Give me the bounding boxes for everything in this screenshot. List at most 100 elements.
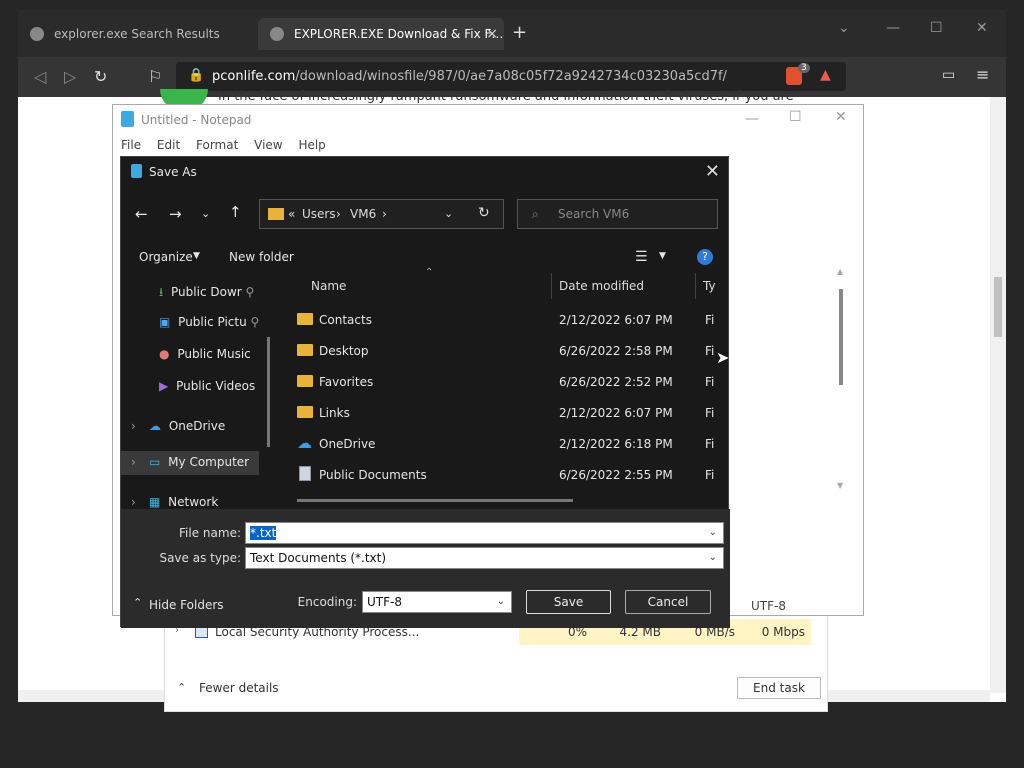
scroll-thumb[interactable] [994,277,1002,337]
file-name-label: File name: [179,526,241,540]
tab-search-results[interactable]: explorer.exe Search Results [18,18,258,50]
new-folder-button[interactable]: New folder [229,250,294,264]
column-type[interactable]: Ty [703,279,716,293]
list-item[interactable]: Contacts 2/12/2022 6:07 PM Fi [297,308,717,332]
close-tab-icon[interactable]: × [486,18,498,50]
save-as-dialog: Save As ✕ ← → ⌄ ↑ « Users › VM6 › ⌄ ↻ ⌕ … [120,156,843,628]
column-divider [695,273,696,299]
refresh-icon[interactable]: ↻ [478,205,490,221]
page-vertical-scrollbar[interactable] [990,97,1006,693]
folder-icon [297,313,313,325]
forward-icon[interactable]: ▷ [64,67,76,86]
chevron-down-icon[interactable]: ⌄ [709,548,717,568]
chevron-down-icon[interactable]: ⌄ [709,523,717,543]
list-horizontal-scrollbar[interactable] [297,499,573,502]
close-icon[interactable]: ✕ [705,161,720,182]
nav-item-label: Public Music [177,347,251,361]
menu-view[interactable]: View [254,138,282,152]
hide-folders-button[interactable]: Hide Folders [149,598,224,612]
list-item[interactable]: Favorites 6/26/2022 2:52 PM Fi [297,370,717,394]
back-arrow-icon[interactable]: ← [135,205,148,223]
chevron-up-icon[interactable]: ⌃ [177,681,186,694]
chevron-right-icon[interactable]: › [131,495,136,509]
shield-count-badge: 3 [798,63,810,73]
scroll-up-icon[interactable]: ▲ [837,267,843,276]
videos-icon: ▶ [159,379,169,393]
minimize-icon[interactable]: — [886,20,900,36]
chevron-right-icon[interactable]: › [131,455,136,469]
view-options-icon[interactable]: ☰ [635,249,648,265]
pictures-icon: ▣ [159,315,171,329]
up-arrow-icon[interactable]: ↑ [229,203,242,221]
chevron-right-icon[interactable]: › [131,419,136,433]
maximize-icon[interactable]: ☐ [789,109,802,125]
list-vertical-scrollbar[interactable] [839,289,843,385]
nav-item-public-videos[interactable]: ▶ Public Videos [159,379,255,393]
nav-item-public-pictures[interactable]: ▣ Public Pictu ⚲ [159,315,259,329]
file-type: Fi [705,406,715,420]
chevron-right-icon[interactable]: › [336,207,341,221]
list-item[interactable]: Desktop 6/26/2022 2:58 PM Fi [297,339,717,363]
menu-file[interactable]: File [121,138,141,152]
encoding-select[interactable]: UTF-8 ⌄ [362,591,512,613]
minimize-icon[interactable]: — [745,111,759,127]
chevron-up-icon[interactable]: ⌃ [133,596,142,609]
maximize-icon[interactable]: ☐ [930,20,943,36]
chevron-down-icon[interactable]: ▼ [659,251,666,261]
cancel-button[interactable]: Cancel [625,590,711,614]
nav-item-public-music[interactable]: ● Public Music [159,347,251,361]
column-date-modified[interactable]: Date modified [559,279,644,293]
fewer-details-link[interactable]: Fewer details [199,681,279,695]
search-icon: ⌕ [532,207,539,221]
nav-item-onedrive[interactable]: ☁ OneDrive [149,419,225,433]
list-item[interactable]: Public Documents 6/26/2022 2:55 PM Fi [297,463,717,487]
computer-icon: ▭ [149,455,161,469]
file-date: 2/12/2022 6:07 PM [559,406,673,420]
close-window-icon[interactable]: ✕ [835,109,847,125]
list-item[interactable]: ☁ OneDrive 2/12/2022 6:18 PM Fi [297,432,717,456]
chevron-down-icon[interactable]: ⌄ [838,20,850,36]
organize-button[interactable]: Organize [139,250,193,264]
save-as-type-value: Text Documents (*.txt) [250,551,387,565]
column-name[interactable]: Name [311,279,346,293]
close-window-icon[interactable]: ✕ [976,20,988,36]
path-users[interactable]: Users [302,207,336,221]
chevron-right-icon[interactable]: › [382,207,387,221]
cloud-icon: ☁ [149,419,161,433]
search-input[interactable]: ⌕ Search VM6 [517,199,718,229]
wallet-icon[interactable]: ▭ [942,67,955,83]
forward-arrow-icon[interactable]: → [169,205,182,223]
bookmark-icon[interactable]: ⚐ [148,67,162,86]
back-icon[interactable]: ◁ [34,67,46,86]
file-type: Fi [705,344,715,358]
file-name-input[interactable]: *.txt ⌄ [245,522,724,544]
tab-explorer-download[interactable]: EXPLORER.EXE Download & Fix F… × [258,18,504,50]
recent-locations-icon[interactable]: ⌄ [201,207,210,220]
chevron-down-icon[interactable]: ⌄ [444,207,453,220]
nav-scrollbar[interactable] [267,337,270,447]
save-as-type-select[interactable]: Text Documents (*.txt) ⌄ [245,547,724,569]
menu-help[interactable]: Help [298,138,325,152]
help-icon[interactable]: ? [697,249,713,265]
notepad-icon [121,111,134,127]
nav-item-network[interactable]: ▦ Network [149,495,218,509]
save-button[interactable]: Save [526,590,611,614]
save-options-panel: File name: *.txt ⌄ Save as type: Text Do… [121,509,730,628]
end-task-button[interactable]: End task [737,677,821,699]
menu-format[interactable]: Format [196,138,238,152]
path-vm6[interactable]: VM6 [350,207,376,221]
chevron-down-icon[interactable]: ⌄ [497,592,505,612]
url-field[interactable]: 🔒 pconlife.com/download/winosfile/987/0/… [176,62,846,91]
scroll-down-icon[interactable]: ▼ [837,481,843,490]
reload-icon[interactable]: ↻ [94,67,107,86]
nav-item-my-computer[interactable]: ▭ My Computer [149,455,249,469]
menu-icon[interactable]: ≡ [976,65,989,84]
nav-item-public-downloads[interactable]: ⭳ Public Dowr ⚲ [159,283,254,304]
menu-edit[interactable]: Edit [157,138,180,152]
list-item[interactable]: Links 2/12/2022 6:07 PM Fi [297,401,717,425]
dialog-title: Save As [149,165,197,179]
file-date: 6/26/2022 2:55 PM [559,468,673,482]
path-bar[interactable]: « Users › VM6 › ⌄ ↻ [259,199,504,229]
new-tab-button[interactable]: + [512,22,527,43]
brave-rewards-icon[interactable]: ▲ [820,67,831,83]
